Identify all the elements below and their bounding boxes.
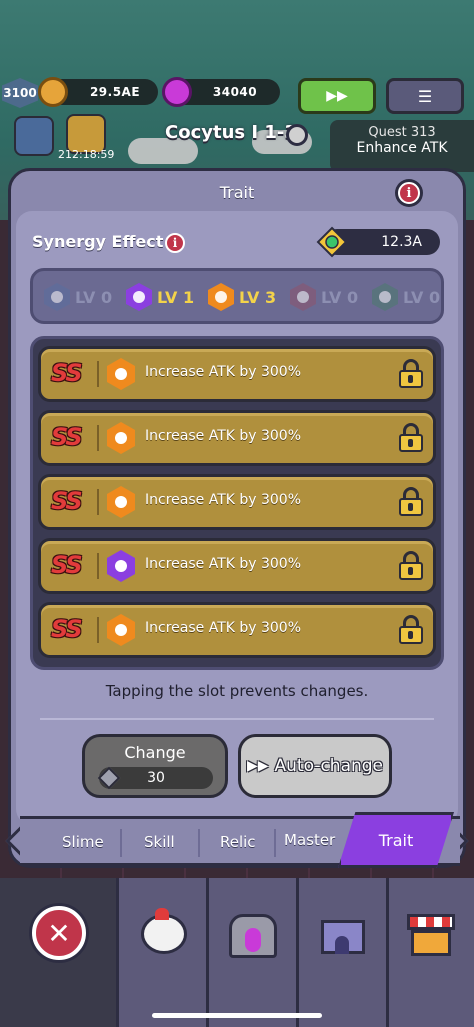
menu-button[interactable]: ☰ (386, 78, 464, 114)
tab-relic[interactable]: Relic (220, 833, 256, 851)
grade-label: SS (51, 615, 83, 643)
hint-text: Tapping the slot prevents changes. (105, 682, 369, 700)
divider (97, 489, 99, 515)
close-button[interactable]: ✕ (32, 906, 86, 960)
synergy-value: 12.3A (381, 234, 422, 250)
trait-icon (107, 550, 135, 582)
change-label: Change (124, 743, 186, 762)
comb-icon (155, 908, 169, 920)
divider (198, 829, 200, 857)
shop-awning-icon (407, 914, 455, 930)
synergy-info-button[interactable]: i (164, 232, 186, 254)
refresh-icon[interactable] (286, 124, 308, 146)
close-icon: ✕ (47, 916, 71, 950)
portal-gem-icon (245, 928, 261, 952)
info-button[interactable]: i (395, 179, 423, 207)
quest-title: Quest 313 (368, 125, 436, 140)
trait-text: Increase ATK by 300% (145, 620, 302, 636)
fast-forward-button[interactable]: ▶▶ (298, 78, 376, 114)
nav-slime[interactable] (116, 878, 208, 1027)
synergy-level-3: LV 3 (208, 282, 276, 312)
tab-master[interactable]: Master (284, 831, 335, 849)
divider (97, 425, 99, 451)
grade-label: SS (51, 359, 83, 387)
trait-text: Increase ATK by 300% (145, 556, 302, 572)
change-button[interactable]: Change 30 (82, 734, 228, 798)
timer-text: 212:18:59 (58, 148, 115, 161)
divider (97, 361, 99, 387)
trait-slot-1[interactable]: SS Increase ATK by 300% (38, 346, 436, 402)
synergy-level-2: LV 1 (126, 282, 194, 312)
trait-text: Increase ATK by 300% (145, 364, 302, 380)
divider (120, 829, 122, 857)
trait-slot-4[interactable]: SS Increase ATK by 300% (38, 538, 436, 594)
trait-slot-3[interactable]: SS Increase ATK by 300% (38, 474, 436, 530)
grade-label: SS (51, 423, 83, 451)
auto-change-label: Auto-change (274, 756, 384, 776)
level-label: LV 3 (239, 287, 277, 307)
lock-icon[interactable] (397, 359, 425, 389)
menu-icon: ☰ (417, 86, 433, 106)
trait-slot-2[interactable]: SS Increase ATK by 300% (38, 410, 436, 466)
lock-icon[interactable] (397, 615, 425, 645)
level-label: LV 0 (403, 287, 441, 307)
gem-value: 34040 (212, 85, 258, 99)
quest-box[interactable]: Quest 313 Enhance ATK (330, 120, 474, 172)
guild-icon[interactable] (14, 116, 54, 156)
synergy-hex-icon (126, 283, 152, 311)
shop-icon (411, 930, 451, 956)
divider (97, 617, 99, 643)
level-label: LV 1 (157, 287, 195, 307)
gold-value: 29.5AE (89, 85, 141, 99)
synergy-label: Synergy Effect (32, 232, 163, 251)
chicken-icon (141, 914, 187, 954)
lock-icon[interactable] (397, 487, 425, 517)
level-label: LV 0 (75, 287, 113, 307)
synergy-hex-icon (290, 283, 316, 311)
synergy-hex-icon (372, 283, 398, 311)
divider (274, 829, 276, 857)
synergy-hex-icon (208, 283, 234, 311)
grade-label: SS (51, 487, 83, 515)
divider (97, 553, 99, 579)
nav-shop[interactable] (386, 878, 474, 1027)
quest-desc: Enhance ATK (356, 140, 448, 156)
synergy-hex-icon (44, 283, 70, 311)
synergy-label-text: Synergy Effect (32, 232, 164, 251)
lock-icon[interactable] (397, 423, 425, 453)
fast-forward-icon: ▶▶ (246, 758, 269, 774)
trait-text: Increase ATK by 300% (145, 492, 302, 508)
synergy-level-4: LV 0 (290, 282, 358, 312)
tab-trait[interactable]: Trait (338, 812, 454, 868)
synergy-level-5: LV 0 (372, 282, 440, 312)
trait-slot-5[interactable]: SS Increase ATK by 300% (38, 602, 436, 658)
divider (40, 718, 434, 720)
synergy-gem-icon (316, 226, 348, 258)
castle-door-icon (335, 936, 349, 954)
lock-icon[interactable] (397, 551, 425, 581)
nav-castle[interactable] (296, 878, 388, 1027)
stage-title: Cocytus I 1-3 (165, 122, 297, 143)
trait-icon (107, 422, 135, 454)
info-icon: i (398, 182, 420, 204)
fast-forward-icon: ▶▶ (326, 88, 348, 104)
gold-coin-icon (38, 77, 68, 107)
trait-text: Increase ATK by 300% (145, 428, 302, 444)
synergy-level-1: LV 0 (44, 282, 112, 312)
level-label: LV 0 (321, 287, 359, 307)
trait-icon (107, 614, 135, 646)
grade-label: SS (51, 551, 83, 579)
info-icon: i (165, 233, 185, 253)
trait-icon (107, 358, 135, 390)
nav-dungeon[interactable] (206, 878, 298, 1027)
tab-trait-label: Trait (378, 830, 414, 850)
gem-icon (162, 77, 192, 107)
trait-icon (107, 486, 135, 518)
home-indicator[interactable] (152, 1013, 322, 1018)
tab-skill[interactable]: Skill (144, 833, 175, 851)
auto-change-button[interactable]: ▶▶ Auto-change (238, 734, 392, 798)
tab-slime[interactable]: Slime (62, 833, 104, 851)
